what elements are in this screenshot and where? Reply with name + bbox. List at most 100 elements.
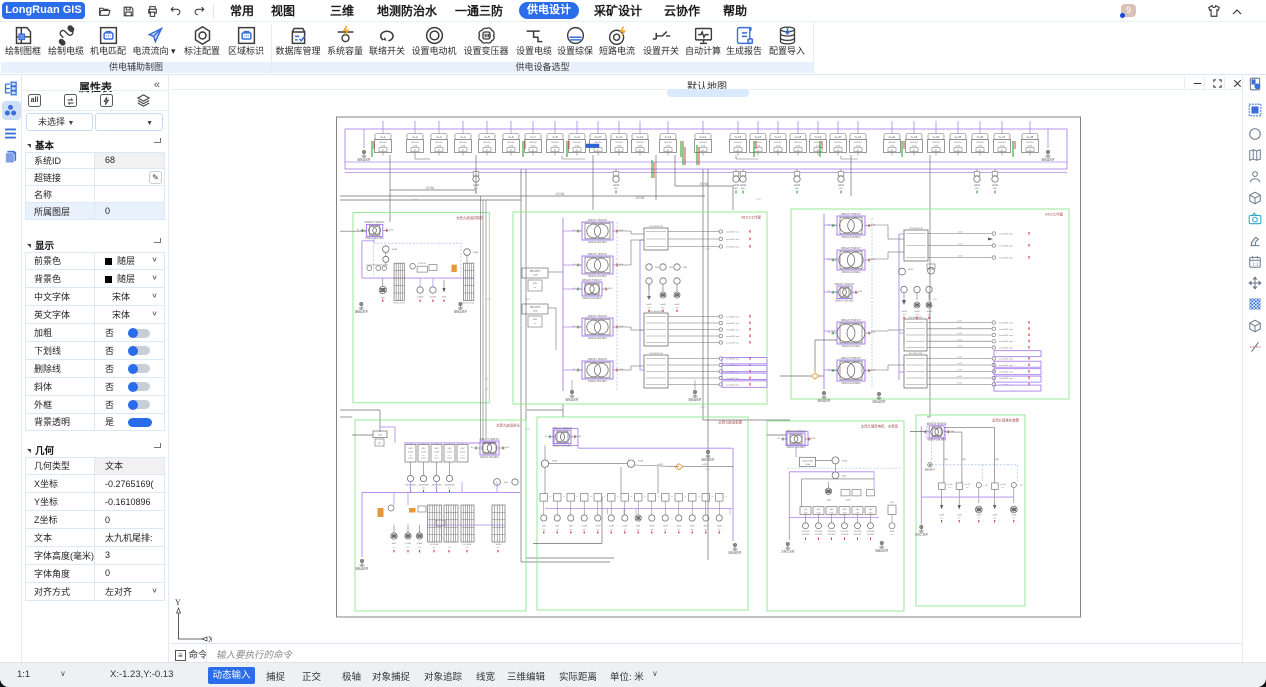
svg-text:xxx: xxx [691, 529, 694, 531]
svg-text:400A: 400A [978, 145, 983, 148]
svg-text:6kV: 6kV [795, 188, 799, 190]
svg-text:7.5kW: 7.5kW [622, 526, 628, 528]
svg-text:KBZ400: KBZ400 [411, 142, 419, 144]
svg-text:630kVA 10/0.69kV: 630kVA 10/0.69kV [588, 275, 607, 278]
svg-text:xxkW: xxkW [914, 311, 919, 313]
svg-text:30kVA+30kVA: 30kVA+30kVA [462, 302, 474, 305]
svg-text:2x80: 2x80 [817, 512, 821, 514]
svg-text:100A: 100A [533, 274, 538, 277]
svg-text:xxXXX: xxXXX [957, 321, 963, 323]
svg-text:400A: 400A [1028, 145, 1033, 148]
svg-text:xxxx6063 xxxx: xxxx6063 xxxx [999, 335, 1014, 337]
svg-text:55A: 55A [504, 481, 508, 484]
svg-text:2x80: 2x80 [856, 512, 860, 514]
svg-text:6L: 6L [778, 438, 781, 440]
svg-text:G-20: G-20 [835, 135, 842, 139]
svg-text:QBZ: QBZ [817, 509, 822, 511]
svg-text:xx: xx [698, 496, 700, 498]
svg-text:BXB: BXB [533, 283, 538, 285]
svg-text:xxkW: xxkW [939, 514, 944, 516]
svg-text:xxx: xxx [422, 488, 425, 490]
svg-text:G-7: G-7 [530, 135, 535, 139]
svg-text:xxx: xxx [916, 314, 919, 316]
svg-text:xx: xx [685, 496, 687, 498]
svg-text:400A: 400A [956, 145, 961, 148]
svg-text:QJZ2-2x200: QJZ2-2x200 [802, 460, 814, 462]
svg-text:xx: xx [590, 496, 592, 498]
svg-text:xxkW: xxkW [646, 304, 651, 306]
svg-text:630kVA 10/0.69kV: 630kVA 10/0.69kV [588, 380, 607, 383]
svg-text:2x80: 2x80 [843, 512, 847, 514]
svg-text:7.5kW: 7.5kW [609, 526, 615, 528]
svg-text:KBZ400: KBZ400 [573, 142, 581, 144]
svg-text:KBSGZY-T630/10Y: KBSGZY-T630/10Y [841, 320, 861, 322]
svg-text:2x80: 2x80 [830, 512, 834, 514]
svg-text:xxx: xxx [664, 529, 667, 531]
svg-text:左西九风井: 左西九风井 [781, 549, 794, 553]
svg-text:400A: 400A [666, 145, 671, 148]
svg-text:BZ: BZ [378, 443, 381, 445]
svg-text:6kV: 6kV [614, 188, 618, 190]
svg-text:G-27: G-27 [999, 135, 1006, 139]
svg-text:QBZ: QBZ [869, 509, 874, 511]
svg-text:xxkW: xxkW [992, 514, 997, 516]
svg-text:80A: 80A [842, 474, 846, 477]
svg-text:KBZ400: KBZ400 [615, 142, 623, 144]
svg-text:太西九储变电所、水泵房: 太西九储变电所、水泵房 [861, 424, 899, 429]
svg-text:300A: 300A [473, 251, 478, 254]
svg-text:电缆: 电缆 [995, 457, 999, 461]
svg-text:QBZ: QBZ [804, 509, 809, 511]
svg-text:G-15: G-15 [735, 135, 742, 139]
svg-text:娘娘庙风井: 娘娘庙风井 [875, 548, 888, 552]
svg-text:2x120: 2x120 [421, 451, 426, 453]
svg-text:xxx: xxx [903, 314, 906, 316]
svg-text:4T5/762S: 4T5/762S [854, 534, 863, 536]
svg-text:0B112工作面: 0B112工作面 [741, 215, 761, 220]
svg-text:400A: 400A [413, 145, 418, 148]
svg-text:YJV22: YJV22 [756, 199, 761, 201]
svg-text:300A: 300A [552, 460, 557, 463]
svg-text:xxx: xxx [637, 529, 640, 531]
svg-text:xxkVA: xxkVA [992, 184, 999, 187]
svg-text:KBSGZY-T630/10Y: KBSGZY-T630/10Y [553, 428, 573, 430]
svg-text:KBZ400: KBZ400 [734, 142, 742, 144]
svg-text:xxxx6063 xxxx: xxxx6063 xxxx [999, 323, 1014, 325]
svg-text:xxkVA: xxkVA [740, 184, 747, 187]
svg-text:xx: xx [436, 455, 438, 457]
svg-text:40kW: 40kW [717, 526, 722, 528]
svg-text:400A: 400A [461, 145, 466, 148]
svg-text:太西九皮运控制机: 太西九皮运控制机 [456, 215, 484, 220]
svg-text:G-4: G-4 [460, 135, 465, 139]
svg-text:xx电缆: xx电缆 [702, 462, 708, 466]
svg-text:xxx: xxx [610, 529, 613, 531]
svg-text:xxxx6063 xxx: xxxx6063 xxx [726, 232, 740, 234]
svg-text:G-17: G-17 [775, 135, 782, 139]
svg-text:G-11: G-11 [616, 135, 623, 139]
svg-text:4.4kW: 4.4kW [417, 543, 423, 545]
svg-text:G-6: G-6 [508, 135, 513, 139]
svg-text:xx: xx [577, 496, 579, 498]
svg-text:400A: 400A [553, 145, 558, 148]
svg-text:xxkVA: xxkVA [838, 184, 845, 187]
svg-text:xxxx6063 xxx: xxxx6063 xxx [726, 317, 740, 319]
svg-text:30+30kVA: 30+30kVA [463, 543, 472, 546]
svg-text:630kVA 10/0.69kV: 630kVA 10/0.69kV [365, 237, 384, 240]
svg-text:11kW: 11kW [663, 526, 668, 528]
svg-text:400A: 400A [736, 145, 741, 148]
svg-text:娘娘庙风井: 娘娘庙风井 [925, 468, 935, 472]
svg-text:2x80: 2x80 [869, 512, 873, 514]
svg-text:6kV: 6kV [741, 188, 745, 190]
svg-text:QJZ: QJZ [378, 435, 383, 437]
svg-text:KJZ-400/1140: KJZ-400/1140 [649, 311, 663, 313]
svg-text:xx: xx [671, 496, 673, 498]
svg-text:G-19: G-19 [815, 135, 822, 139]
svg-text:KBZ400: KBZ400 [379, 142, 387, 144]
svg-text:xx: xx [410, 455, 412, 457]
svg-text:4-10kW: 4-10kW [430, 297, 437, 299]
svg-text:xxx: xxx [676, 307, 679, 309]
svg-text:KJZ-400/1140: KJZ-400/1140 [649, 353, 663, 355]
svg-text:KBZ400: KBZ400 [954, 142, 962, 144]
svg-text:xx: xx [550, 496, 552, 498]
svg-text:KBZ400: KBZ400 [910, 142, 918, 144]
svg-text:KBZ400: KBZ400 [507, 142, 515, 144]
